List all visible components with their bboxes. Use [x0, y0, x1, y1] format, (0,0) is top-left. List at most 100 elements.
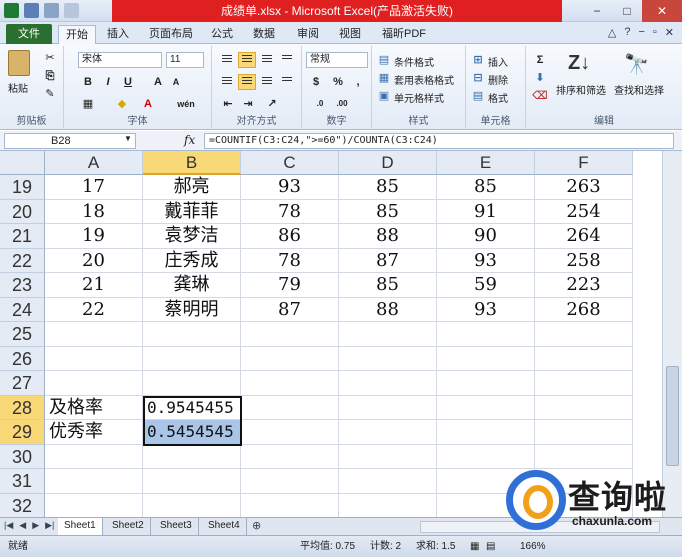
- cell-b30[interactable]: [143, 444, 241, 469]
- merge-center-button[interactable]: [278, 74, 296, 90]
- tab-data[interactable]: 数据: [246, 25, 282, 44]
- currency-icon[interactable]: $: [308, 74, 324, 90]
- cell-c22[interactable]: 78: [241, 248, 339, 273]
- bold-button[interactable]: B: [80, 74, 96, 90]
- decrease-indent-icon[interactable]: ⇤: [220, 96, 236, 112]
- sheet-tab-sheet1[interactable]: Sheet1: [58, 518, 103, 535]
- cell-d20[interactable]: 85: [339, 199, 437, 224]
- prev-sheet-icon[interactable]: ◀: [19, 520, 26, 531]
- cell-c23[interactable]: 79: [241, 273, 339, 298]
- close-button[interactable]: ✕: [642, 0, 682, 22]
- cell-d24[interactable]: 88: [339, 297, 437, 322]
- cell-a27[interactable]: [45, 371, 143, 396]
- align-center-button[interactable]: [238, 74, 256, 90]
- row-header[interactable]: 27: [0, 371, 45, 396]
- decrease-decimal-icon[interactable]: .00: [334, 96, 350, 112]
- sheet-tab-sheet3[interactable]: Sheet3: [154, 518, 199, 535]
- last-sheet-icon[interactable]: ▶|: [45, 520, 54, 531]
- collapse-ribbon-icon[interactable]: △: [608, 26, 616, 39]
- row-header[interactable]: 26: [0, 346, 45, 371]
- doc-restore-icon[interactable]: ▫: [653, 26, 657, 39]
- tab-review[interactable]: 审阅: [290, 25, 326, 44]
- increase-indent-icon[interactable]: ⇥: [240, 96, 256, 112]
- cell-a20[interactable]: 18: [45, 199, 143, 224]
- row-header[interactable]: 22: [0, 248, 45, 273]
- row-header[interactable]: 32: [0, 493, 45, 517]
- sort-filter-button[interactable]: 排序和筛选: [556, 82, 606, 97]
- cell-a25[interactable]: [45, 322, 143, 347]
- clear-icon[interactable]: ⌫: [532, 88, 548, 104]
- cell-b27[interactable]: [143, 371, 241, 396]
- help-icon[interactable]: ?: [624, 26, 630, 39]
- underline-button[interactable]: U: [120, 74, 136, 90]
- cell-d25[interactable]: [339, 322, 437, 347]
- page-layout-view-icon[interactable]: ▤: [486, 536, 495, 557]
- cell-c20[interactable]: 78: [241, 199, 339, 224]
- cell-c31[interactable]: [241, 469, 339, 494]
- cell-e23[interactable]: 59: [437, 273, 535, 298]
- cell-a31[interactable]: [45, 469, 143, 494]
- cell-f27[interactable]: [535, 371, 633, 396]
- redo-icon[interactable]: [64, 3, 79, 18]
- align-top-button[interactable]: [218, 52, 236, 68]
- cell-e24[interactable]: 93: [437, 297, 535, 322]
- delete-cells-button[interactable]: 删除: [488, 72, 508, 87]
- cell-b21[interactable]: 袁梦洁: [143, 224, 241, 249]
- align-right-button[interactable]: [258, 74, 276, 90]
- font-size-select[interactable]: 11: [166, 52, 204, 68]
- italic-button[interactable]: I: [100, 74, 116, 90]
- row-header[interactable]: 20: [0, 199, 45, 224]
- phonetic-button[interactable]: wén: [174, 96, 198, 112]
- cell-c26[interactable]: [241, 346, 339, 371]
- format-cells-button[interactable]: 格式: [488, 90, 508, 105]
- minimize-button[interactable]: −: [582, 0, 612, 22]
- cell-e25[interactable]: [437, 322, 535, 347]
- borders-icon[interactable]: ▦: [80, 96, 96, 112]
- row-header[interactable]: 29: [0, 420, 45, 445]
- cell-f26[interactable]: [535, 346, 633, 371]
- select-all-corner[interactable]: [0, 151, 45, 175]
- cell-a28[interactable]: 及格率: [45, 395, 143, 420]
- cell-b31[interactable]: [143, 469, 241, 494]
- excel-logo-icon[interactable]: [4, 3, 19, 18]
- cell-d26[interactable]: [339, 346, 437, 371]
- cell-d19[interactable]: 85: [339, 175, 437, 200]
- cell-f19[interactable]: 263: [535, 175, 633, 200]
- cell-d27[interactable]: [339, 371, 437, 396]
- row-header[interactable]: 24: [0, 297, 45, 322]
- vertical-scroll-thumb[interactable]: [666, 366, 679, 466]
- cell-b19[interactable]: 郝亮: [143, 175, 241, 200]
- formula-input[interactable]: =COUNTIF(C3:C24,">=60")/COUNTA(C3:C24): [204, 133, 674, 149]
- format-as-table-button[interactable]: 套用表格格式: [394, 72, 454, 87]
- cell-c21[interactable]: 86: [241, 224, 339, 249]
- cell-f25[interactable]: [535, 322, 633, 347]
- cell-c24[interactable]: 87: [241, 297, 339, 322]
- cell-c25[interactable]: [241, 322, 339, 347]
- normal-view-icon[interactable]: ▦: [470, 536, 479, 557]
- cell-b20[interactable]: 戴菲菲: [143, 199, 241, 224]
- column-header-d[interactable]: D: [339, 151, 437, 175]
- paste-button[interactable]: 粘贴: [8, 80, 28, 95]
- column-header-f[interactable]: F: [535, 151, 633, 175]
- cell-a30[interactable]: [45, 444, 143, 469]
- cell-b32[interactable]: [143, 493, 241, 517]
- tab-formulas[interactable]: 公式: [204, 25, 240, 44]
- cell-e29[interactable]: [437, 420, 535, 445]
- cell-e27[interactable]: [437, 371, 535, 396]
- cell-b26[interactable]: [143, 346, 241, 371]
- column-header-e[interactable]: E: [437, 151, 535, 175]
- doc-minimize-icon[interactable]: −: [638, 26, 644, 39]
- insert-cells-button[interactable]: 插入: [488, 54, 508, 69]
- cell-d28[interactable]: [339, 395, 437, 420]
- insert-function-button[interactable]: fx: [184, 133, 195, 147]
- cell-e30[interactable]: [437, 444, 535, 469]
- cell-f24[interactable]: 268: [535, 297, 633, 322]
- cell-c29[interactable]: [241, 420, 339, 445]
- cell-styles-button[interactable]: 单元格样式: [394, 90, 444, 105]
- cell-d30[interactable]: [339, 444, 437, 469]
- cut-icon[interactable]: ✂: [42, 50, 58, 66]
- fill-color-icon[interactable]: ◆: [114, 96, 130, 112]
- font-color-icon[interactable]: A: [140, 96, 156, 112]
- cell-c30[interactable]: [241, 444, 339, 469]
- cell-b24[interactable]: 蔡明明: [143, 297, 241, 322]
